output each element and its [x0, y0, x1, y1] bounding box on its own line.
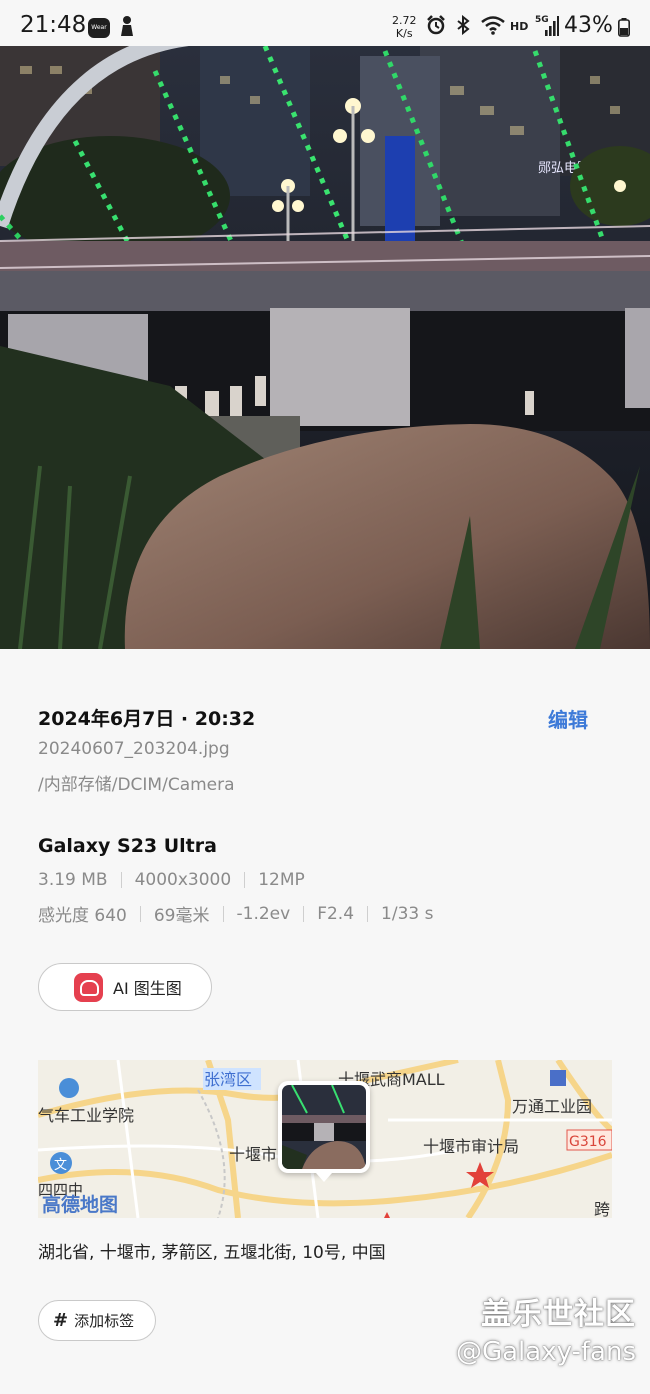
aperture: F2.4 [317, 903, 355, 924]
ai-image-icon [74, 972, 103, 1002]
divider [139, 905, 141, 922]
device-model: Galaxy S23 Ultra [38, 835, 217, 857]
alarm-icon [427, 15, 445, 35]
ai-image-generate-button[interactable]: AI 图生图 [38, 963, 212, 1011]
watermark: 盖乐世社区 @Galaxy-fans [456, 1289, 636, 1367]
megapixels: 12MP [258, 870, 305, 890]
divider [244, 872, 246, 888]
exposure-value: -1.2ev [236, 903, 291, 924]
battery-percent: 43% [564, 13, 613, 38]
map-label-zhangwanqu: 张湾区 [204, 1070, 252, 1089]
notification-figure-icon [121, 16, 133, 36]
focal-length: 69毫米 [153, 906, 210, 926]
location-map[interactable]: 张湾区 十堰武商MALL 气车工业学院 万通工业园 十堰市 十堰市审计局 G31… [38, 1060, 612, 1218]
map-label-shiyan: 十堰市 [229, 1145, 277, 1164]
wear-icon: Wear [88, 18, 110, 38]
divider [367, 905, 369, 922]
details-panel: 2024年6月7日 · 20:32 编辑 20240607_203204.jpg… [0, 649, 650, 1394]
map-label-college: 气车工业学院 [38, 1106, 134, 1125]
pin-thumbnail [282, 1085, 366, 1169]
edit-button[interactable]: 编辑 [548, 704, 588, 733]
file-specs: 3.19 MB 4000x3000 12MP [38, 870, 305, 890]
shutter-speed: 1/33 s [381, 903, 434, 924]
network-speed: 2.72 K/s [392, 14, 417, 40]
bluetooth-icon [457, 15, 470, 35]
map-label-kua: 跨 [594, 1200, 610, 1218]
add-tag-button[interactable]: # 添加标签 [38, 1300, 156, 1341]
map-label-audit: 十堰市审计局 [423, 1137, 519, 1156]
ai-button-label: AI 图生图 [113, 979, 182, 998]
map-logo: 高德地图 [42, 1193, 118, 1216]
map-label-wen: 文 [54, 1158, 67, 1173]
divider [120, 872, 122, 888]
file-size: 3.19 MB [38, 870, 108, 890]
speed-value: 2.72 [392, 14, 417, 27]
camera-specs: 感光度 640 69毫米 -1.2ev F2.4 1/33 s [38, 901, 434, 927]
map-label-wantong: 万通工业园 [512, 1097, 592, 1116]
clock: 21:48 [20, 12, 87, 38]
resolution: 4000x3000 [134, 870, 232, 890]
night-bridge-photo: 郧弘电脑城 [0, 46, 650, 649]
divider [222, 905, 224, 922]
signal-badge: 5G [535, 15, 549, 25]
battery-icon [618, 18, 630, 37]
watermark-line2: @Galaxy-fans [455, 1337, 636, 1367]
speed-unit: K/s [395, 27, 413, 40]
map-label-g316: G316 [569, 1134, 607, 1150]
file-path: /内部存储/DCIM/Camera [38, 775, 235, 795]
add-tag-label: 添加标签 [74, 1312, 135, 1330]
wifi-icon [481, 16, 505, 35]
location-address: 湖北省, 十堰市, 茅箭区, 五堰北街, 10号, 中国 [38, 1243, 386, 1263]
watermark-line1: 盖乐世社区 [481, 1297, 636, 1332]
hd-badge: HD [510, 20, 529, 33]
signal-icon: 5G [535, 15, 559, 36]
iso: 感光度 640 [38, 906, 127, 926]
photo-viewer[interactable]: 郧弘电脑城 [0, 46, 650, 649]
status-bar: 21:48 Wear 2.72 K/s HD 5G 43% [0, 0, 650, 46]
file-name: 20240607_203204.jpg [38, 739, 230, 759]
divider [303, 905, 305, 922]
map-photo-pin[interactable] [278, 1081, 370, 1182]
photo-datetime: 2024年6月7日 · 20:32 [38, 708, 256, 730]
hashtag-icon: # [53, 1310, 69, 1331]
